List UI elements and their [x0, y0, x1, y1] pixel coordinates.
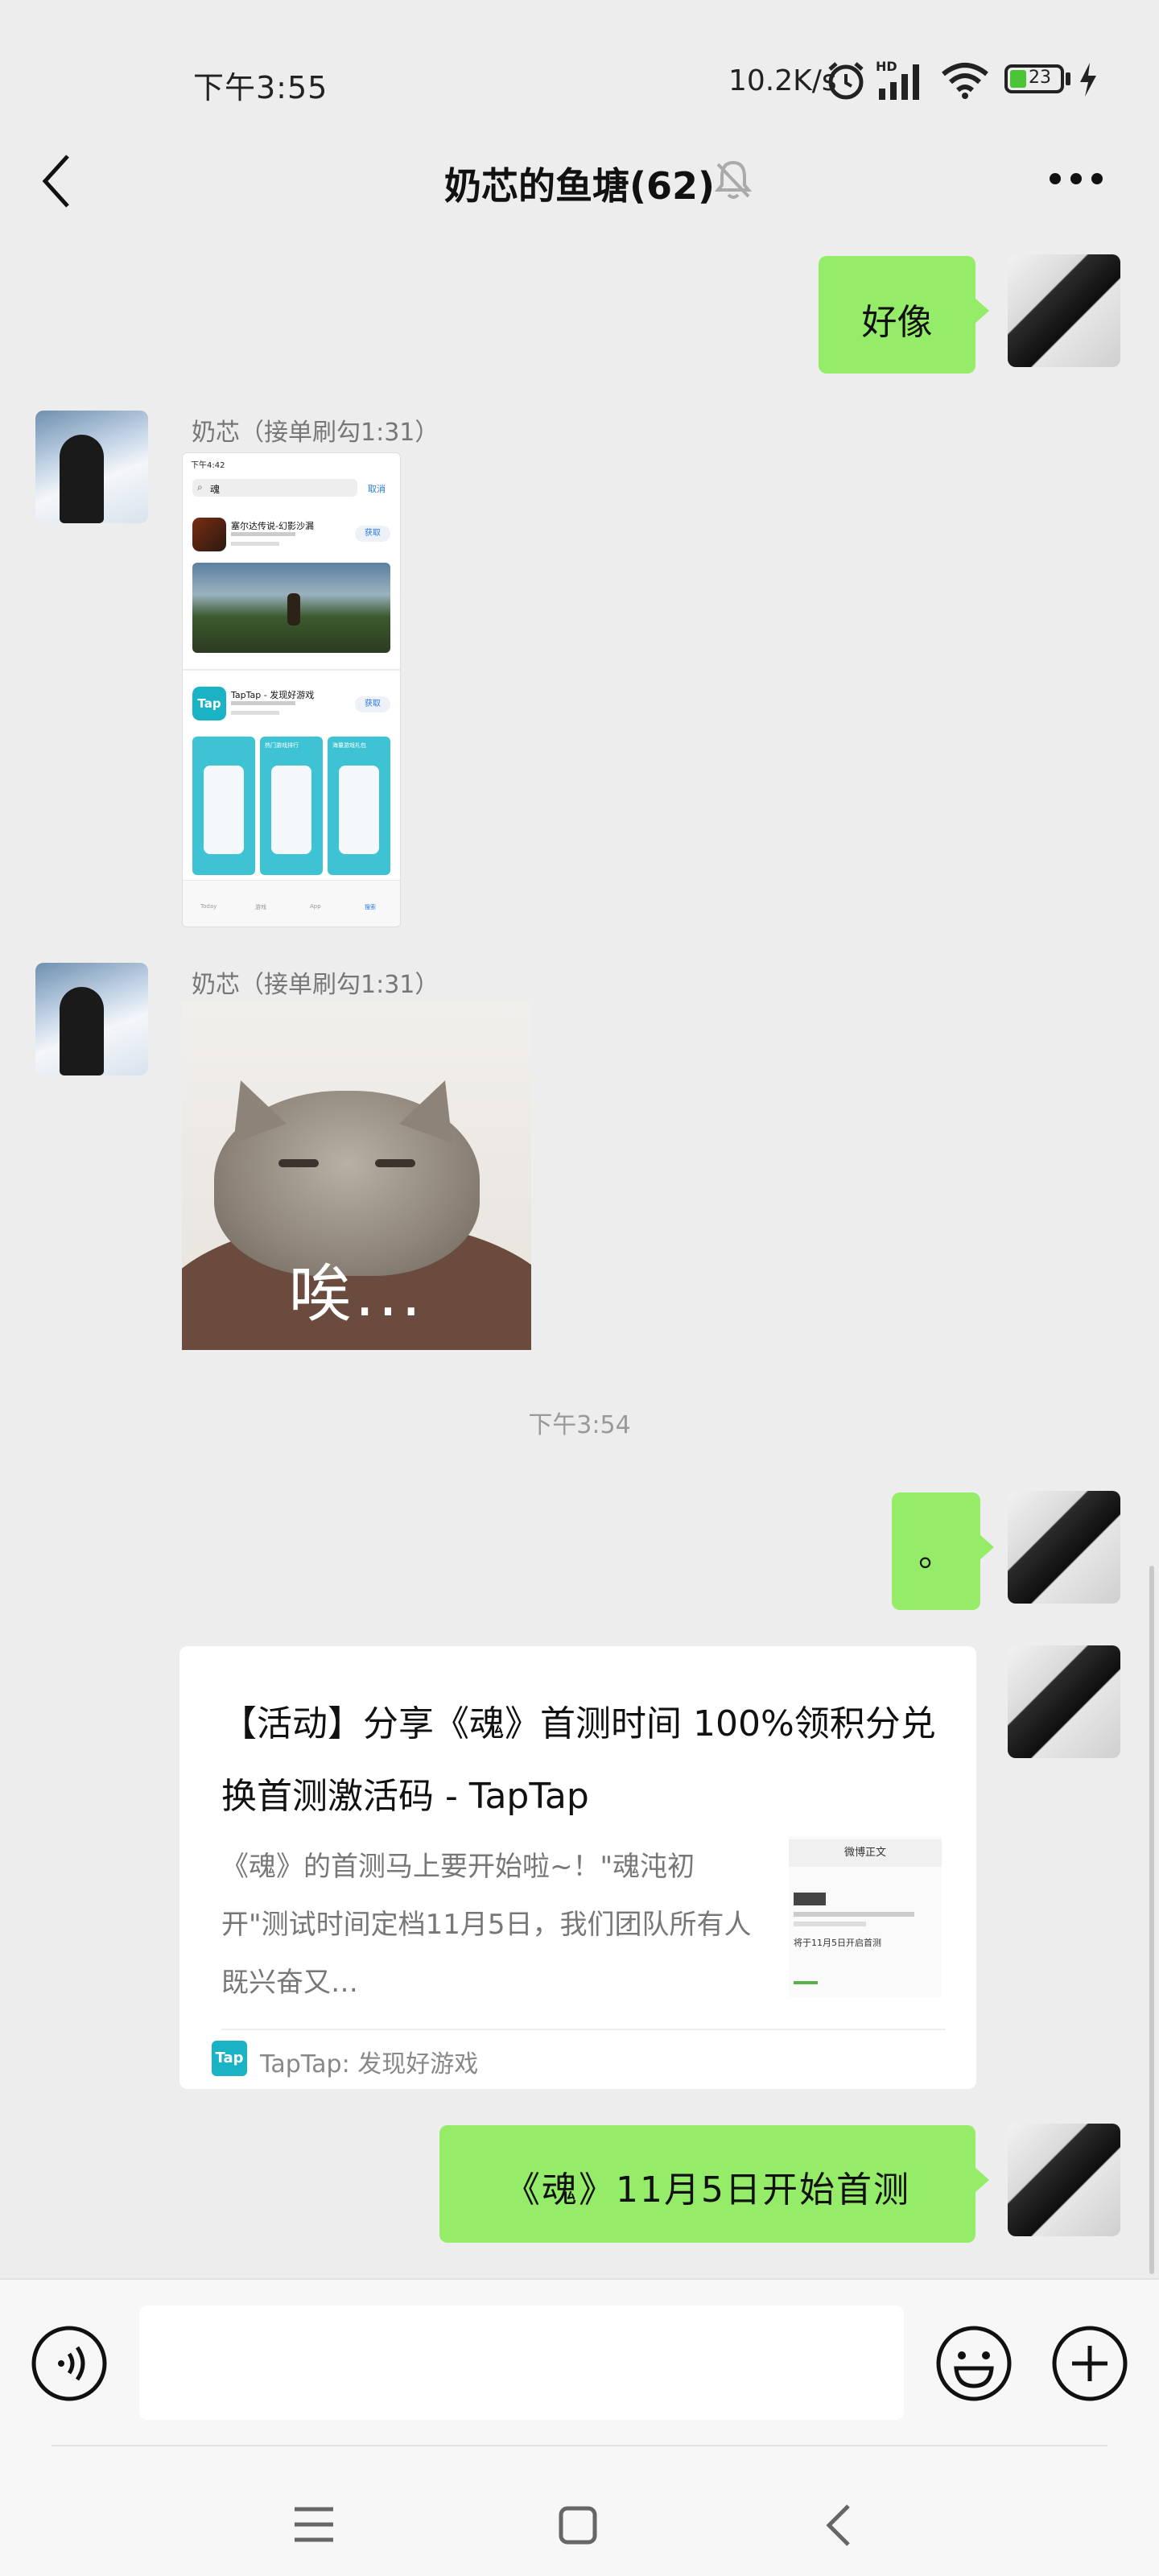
taptap-logo: Tap: [192, 687, 226, 720]
back-triangle-icon[interactable]: [823, 2503, 855, 2548]
input-bar: [0, 2278, 1159, 2437]
sender-avatar[interactable]: [35, 963, 148, 1075]
shared-screenshot-image[interactable]: 下午4:42 ⌕ 魂 取消 塞尔达传说-幻影沙漏 获取 Tap TapTap -…: [182, 452, 401, 927]
battery-level: 23: [1029, 68, 1051, 88]
network-speed: 10.2K/s: [728, 64, 837, 97]
message-input[interactable]: [139, 2306, 904, 2420]
message-text: 。: [918, 1534, 954, 1575]
sticker-caption: 唉...: [288, 1258, 425, 1331]
message-bubble[interactable]: 好像: [819, 256, 975, 374]
signal-icon: HD: [876, 59, 919, 100]
emoji-icon[interactable]: [935, 2325, 1013, 2402]
my-avatar[interactable]: [1008, 254, 1120, 367]
promo-card: [192, 737, 255, 875]
message-text: 好像: [861, 302, 933, 343]
my-avatar[interactable]: [1008, 1645, 1120, 1758]
game-screenshot: [192, 563, 390, 653]
sender-name: 奶芯（接单刷勾1:31）: [192, 419, 439, 447]
menu-icon[interactable]: [293, 2506, 335, 2543]
link-card-desc: 《魂》的首测马上要开始啦~！"魂沌初开"测试时间定档11月5日，我们团队所有人既…: [221, 1851, 752, 1999]
promo-card: 热门游戏排行: [260, 737, 323, 875]
wifi-icon: [942, 63, 988, 99]
chat-title: 奶芯的鱼塘(62): [443, 164, 716, 208]
app-icon: [192, 518, 226, 551]
battery-icon: 23: [1004, 64, 1064, 93]
taptap-logo: Tap: [212, 2041, 247, 2076]
message-bubble[interactable]: 。: [892, 1492, 980, 1610]
svg-text:HD: HD: [876, 59, 897, 74]
my-avatar[interactable]: [1008, 1491, 1120, 1604]
status-bar: 下午3:55 10.2K/s HD 23: [0, 0, 1159, 145]
status-time: 下午3:55: [193, 70, 328, 105]
message-bubble[interactable]: 《魂》11月5日开始首测: [439, 2125, 975, 2243]
scrollbar[interactable]: [1149, 1566, 1154, 2274]
search-bar: ⌕ 魂: [192, 479, 357, 497]
promo-card: 海量游戏礼包: [328, 737, 390, 875]
sender-name: 奶芯（接单刷勾1:31）: [192, 971, 439, 999]
link-card-thumbnail: 微博正文 将于11月5日开启首测: [789, 1836, 942, 1997]
cat-sticker-image[interactable]: 唉...: [182, 1002, 531, 1350]
voice-icon[interactable]: [31, 2325, 108, 2402]
alarm-icon: [828, 62, 864, 100]
bell-off-icon: [714, 160, 753, 199]
home-square-icon[interactable]: [559, 2506, 597, 2545]
app-store-tabbar: Today 游戏 App 搜索: [183, 880, 400, 927]
link-card-title: 【活动】分享《魂》首测时间 100%领积分兑换首测激活码 - TapTap: [221, 1703, 936, 1817]
more-dots-icon[interactable]: [1048, 171, 1104, 187]
charging-icon: [1080, 63, 1096, 97]
search-icon: ⌕: [197, 481, 203, 493]
link-card[interactable]: 【活动】分享《魂》首测时间 100%领积分兑换首测激活码 - TapTap 《魂…: [179, 1646, 976, 2089]
message-text: 《魂》11月5日开始首测: [505, 2169, 910, 2211]
plus-icon[interactable]: [1051, 2325, 1128, 2402]
chat-timestamp: 下午3:54: [528, 1411, 631, 1439]
my-avatar[interactable]: [1008, 2124, 1120, 2236]
link-card-source: TapTap: 发现好游戏: [260, 2050, 479, 2079]
system-nav-bar: [0, 2435, 1159, 2576]
sender-avatar[interactable]: [35, 411, 148, 523]
